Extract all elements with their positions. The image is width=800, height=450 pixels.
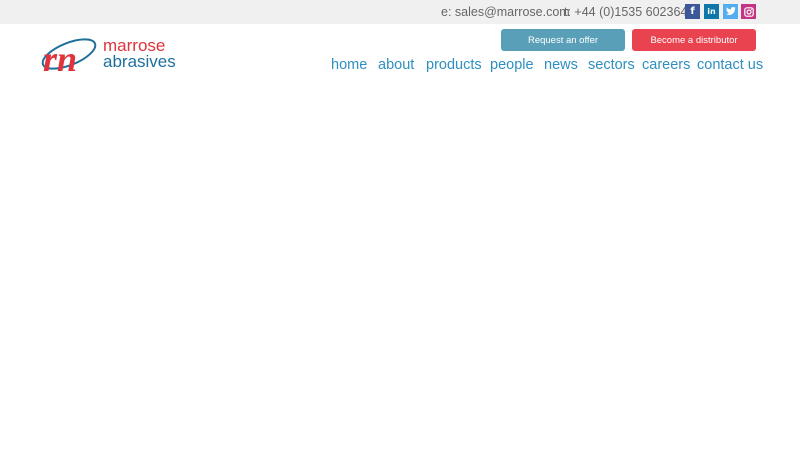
nav-home[interactable]: home bbox=[331, 57, 367, 73]
svg-text:rn: rn bbox=[43, 39, 77, 78]
facebook-icon[interactable]: f bbox=[685, 4, 700, 19]
nav-about[interactable]: about bbox=[378, 57, 414, 73]
twitter-icon[interactable] bbox=[723, 4, 738, 19]
become-distributor-button[interactable]: Become a distributor bbox=[632, 29, 756, 51]
nav-careers[interactable]: careers bbox=[642, 57, 690, 73]
nav-contact-us[interactable]: contact us bbox=[697, 57, 763, 73]
nav-people[interactable]: people bbox=[490, 57, 534, 73]
nav-sectors[interactable]: sectors bbox=[588, 57, 635, 73]
request-offer-button[interactable]: Request an offer bbox=[501, 29, 625, 51]
contact-phone[interactable]: t: +44 (0)1535 602364 bbox=[564, 5, 687, 19]
top-bar: e: sales@marrose.com t: +44 (0)1535 6023… bbox=[0, 0, 800, 24]
nav-news[interactable]: news bbox=[544, 57, 578, 73]
instagram-icon[interactable] bbox=[741, 4, 756, 19]
nav-products[interactable]: products bbox=[426, 57, 482, 73]
linkedin-icon[interactable]: in bbox=[704, 4, 719, 19]
logo-line-2: abrasives bbox=[103, 52, 176, 71]
contact-email[interactable]: e: sales@marrose.com bbox=[441, 5, 570, 19]
logo-wordmark: marrose abrasives bbox=[103, 37, 176, 71]
